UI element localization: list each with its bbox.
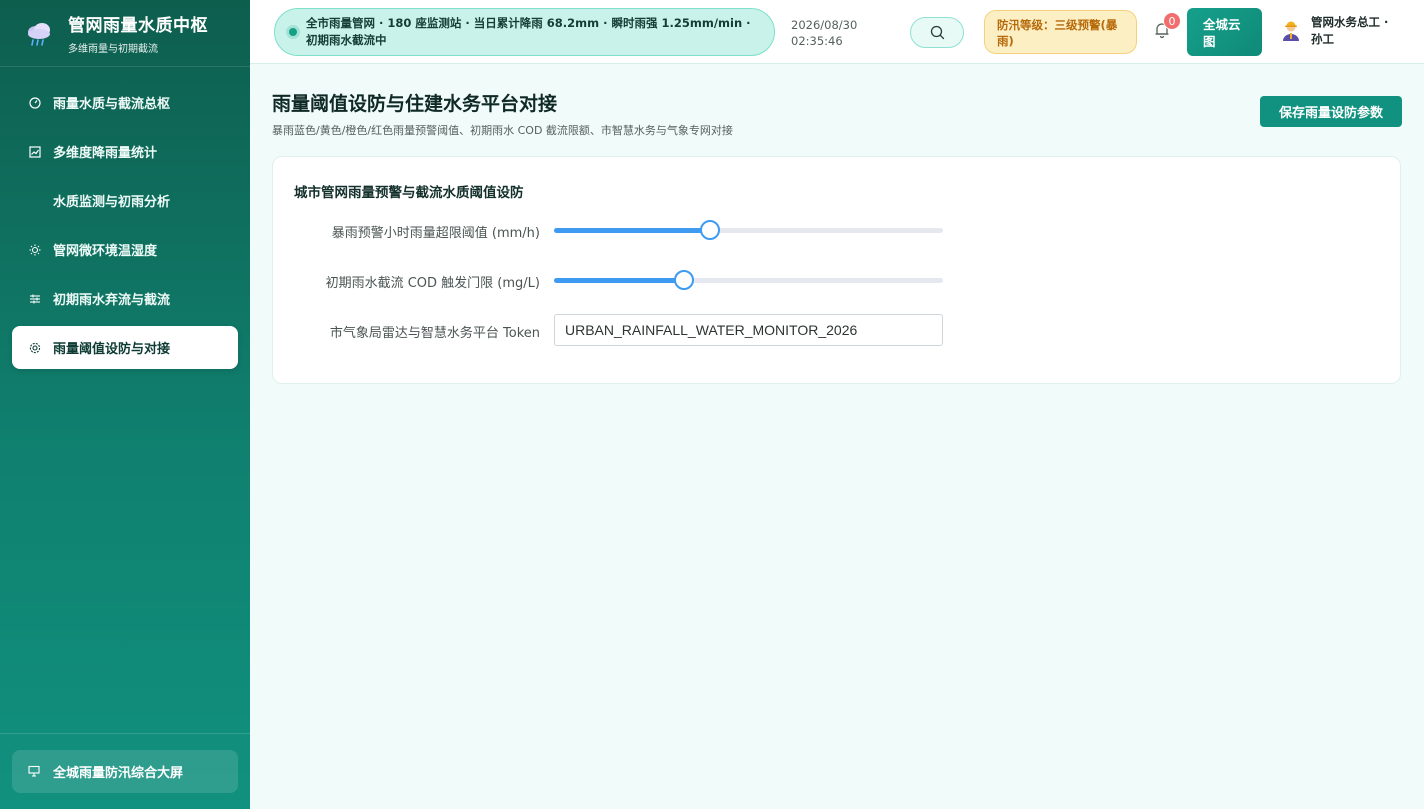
live-dot-icon xyxy=(289,28,297,36)
sidebar-nav: 雨量水质与截流总枢 多维度降雨量统计 水质监测与初雨分析 管网微环境温湿度 初期… xyxy=(12,81,238,375)
slider-fill xyxy=(554,228,710,233)
sidebar: 管网雨量水质中枢 多维雨量与初期截流 雨量水质与截流总枢 多维度降雨量统计 水质… xyxy=(0,0,250,809)
save-settings-button[interactable]: 保存雨量设防参数 xyxy=(1260,96,1402,127)
user-name: 管网水务总工 · 孙工 xyxy=(1311,15,1389,46)
search-button[interactable] xyxy=(910,17,964,48)
sidebar-item-label: 雨量阈值设防与对接 xyxy=(53,342,171,357)
user-menu[interactable]: 管网水务总工 · 孙工 xyxy=(1280,14,1401,48)
sidebar-item-label: 雨量水质与截流总枢 xyxy=(53,97,171,112)
flood-alert-badge: 防汛等级：三级预警(暴雨) xyxy=(984,10,1137,54)
avatar xyxy=(1283,21,1299,41)
top-header: 全市雨量管网 · 180 座监测站 · 当日累计降雨 68.2mm · 瞬时雨强… xyxy=(250,0,1424,64)
sidebar-item-overview[interactable]: 雨量水质与截流总枢 xyxy=(12,81,238,124)
page-title: 雨量阈值设防与住建水务平台对接 xyxy=(272,93,558,115)
status-ticker: 全市雨量管网 · 180 座监测站 · 当日累计降雨 68.2mm · 瞬时雨强… xyxy=(274,8,775,56)
rain-cloud-icon xyxy=(24,18,54,48)
sidebar-item-label: 管网微环境温湿度 xyxy=(53,244,158,259)
slider-thumb[interactable] xyxy=(673,270,694,290)
card-title: 城市管网雨量预警与截流水质阈值设防 xyxy=(294,185,524,201)
slider-thumb[interactable] xyxy=(699,220,720,240)
sidebar-item-rainfall-stats[interactable]: 多维度降雨量统计 xyxy=(12,130,238,173)
sidebar-item-interception[interactable]: 初期雨水弃流与截流 xyxy=(12,277,238,320)
sidebar-item-water-quality[interactable]: 水质监测与初雨分析 xyxy=(12,179,238,222)
brand-title: 管网雨量水质中枢 xyxy=(68,16,208,36)
rain-threshold-slider[interactable] xyxy=(554,220,943,240)
cod-threshold-label: 初期雨水截流 COD 触发门限 (mg/L) xyxy=(325,276,540,291)
sidebar-item-label: 初期雨水弃流与截流 xyxy=(53,293,171,308)
sidebar-item-temperature-humidity[interactable]: 管网微环境温湿度 xyxy=(12,228,238,271)
sidebar-footer: 全城雨量防汛综合大屏 xyxy=(0,733,250,809)
time-text: 02:35:46 xyxy=(791,34,843,48)
brand: 管网雨量水质中枢 多维雨量与初期截流 xyxy=(0,0,250,67)
token-label: 市气象局雷达与智慧水务平台 Token xyxy=(329,326,540,341)
gear-icon xyxy=(28,341,42,355)
datetime: 2026/08/30 02:35:46 xyxy=(791,17,857,49)
cod-threshold-slider[interactable] xyxy=(554,270,943,290)
token-input[interactable] xyxy=(554,314,943,346)
brand-subtitle: 多维雨量与初期截流 xyxy=(68,44,158,55)
city-map-button[interactable]: 全城云图 xyxy=(1187,8,1262,56)
sidebar-item-threshold-settings[interactable]: 雨量阈值设防与对接 xyxy=(12,326,238,369)
search-icon xyxy=(930,25,944,40)
sun-icon xyxy=(28,243,42,257)
rain-threshold-label: 暴雨预警小时雨量超限阈值 (mm/h) xyxy=(331,226,540,241)
notification-count-badge: 0 xyxy=(1163,12,1181,30)
big-screen-label: 全城雨量防汛综合大屏 xyxy=(53,766,184,781)
big-screen-button[interactable]: 全城雨量防汛综合大屏 xyxy=(12,750,238,793)
sidebar-item-label: 多维度降雨量统计 xyxy=(53,146,158,161)
threshold-settings-card: 城市管网雨量预警与截流水质阈值设防 暴雨预警小时雨量超限阈值 (mm/h) 初期… xyxy=(272,156,1401,384)
sidebar-item-label: 水质监测与初雨分析 xyxy=(53,195,171,210)
blank-icon xyxy=(28,194,42,208)
gauge-icon xyxy=(28,96,42,110)
sliders-icon xyxy=(28,292,42,306)
date-text: 2026/08/30 xyxy=(791,18,858,32)
ticker-text: 全市雨量管网 · 180 座监测站 · 当日累计降雨 68.2mm · 瞬时雨强… xyxy=(306,16,751,47)
page-subtitle: 暴雨蓝色/黄色/橙色/红色雨量预警阈值、初期雨水 COD 截流限额、市智慧水务与… xyxy=(272,124,733,137)
chart-icon xyxy=(28,145,42,159)
presentation-icon xyxy=(28,765,42,779)
slider-fill xyxy=(554,278,684,283)
